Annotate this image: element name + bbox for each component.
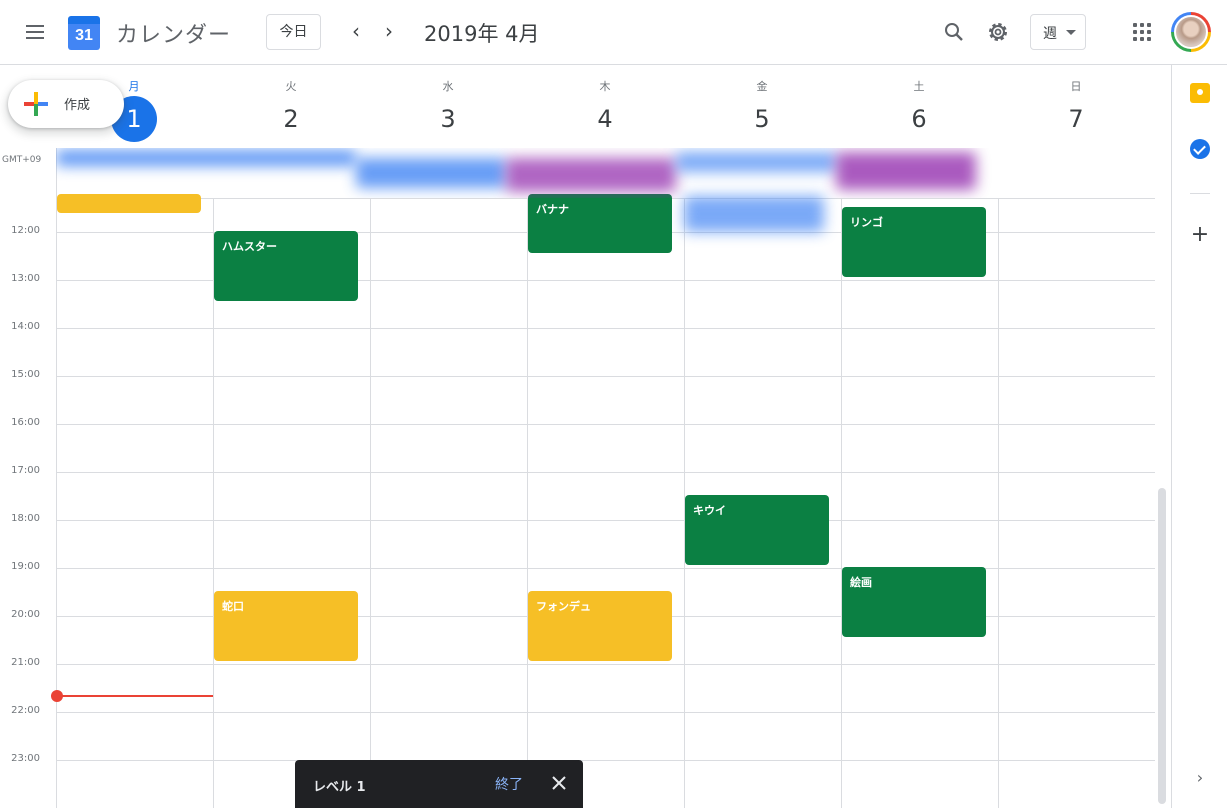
hour-gridline [56,712,1155,713]
close-icon[interactable] [549,773,569,793]
current-period-title: 2019年 4月 [424,22,540,46]
day-header-7[interactable]: 日7 [998,78,1154,142]
account-avatar[interactable] [1171,12,1211,52]
hour-label: 23:00 [11,753,40,764]
create-button[interactable]: 作成 [8,80,124,128]
main-menu-icon[interactable] [24,21,46,43]
calendar-event[interactable]: フォンデュ [528,591,672,661]
event-title: リンゴ [850,216,883,229]
timezone-label: GMT+09 [2,155,42,165]
today-button[interactable]: 今日 [266,14,321,50]
hour-label: 13:00 [11,273,40,284]
day-column-divider [527,199,528,808]
hour-label: 22:00 [11,705,40,716]
hour-gridline [56,472,1155,473]
hour-label: 14:00 [11,321,40,332]
expand-panel-chevron-icon[interactable]: › [1192,768,1208,788]
hour-gridline [56,520,1155,521]
day-column-divider [370,199,371,808]
hour-gridline [56,376,1155,377]
blurred-event [684,196,824,232]
day-header-2[interactable]: 火2 [213,78,369,142]
day-of-week-label: 木 [599,80,611,93]
hour-label: 15:00 [11,369,40,380]
event-title: 絵画 [850,576,872,589]
day-column-divider [841,199,842,808]
side-panel-divider [1190,193,1210,194]
calendar-logo-icon[interactable]: 31 [68,16,100,50]
current-time-dot [51,690,63,702]
current-time-line [56,695,213,697]
event-title: ハムスター [222,240,277,253]
hour-label: 12:00 [11,225,40,236]
snackbar-message: レベル 1 [313,780,366,795]
dropdown-caret-icon [1066,30,1076,35]
calendar-event[interactable]: キウイ [685,495,829,565]
settings-gear-icon[interactable] [984,18,1012,46]
app-name: カレンダー [116,23,232,48]
day-column-divider [998,199,999,808]
hour-label: 16:00 [11,417,40,428]
snackbar-end-button[interactable]: 終了 [495,774,523,794]
event-title: フォンデュ [536,600,591,613]
view-selector[interactable]: 週 [1030,14,1086,50]
hour-label: 21:00 [11,657,40,668]
keep-icon[interactable] [1190,83,1210,103]
all-day-events-blurred [56,148,1156,198]
day-of-week-label: 土 [913,80,925,93]
day-header-4[interactable]: 木4 [527,78,683,142]
day-of-week-label: 水 [442,80,454,93]
calendar-event[interactable]: 絵画 [842,567,986,637]
top-bar: 31 カレンダー 今日 ‹ › 2019年 4月 週 [0,0,1227,65]
hour-label: 20:00 [11,609,40,620]
google-apps-grid-icon[interactable] [1133,23,1151,41]
day-of-week-label: 火 [285,80,297,93]
create-button-label: 作成 [64,98,91,113]
calendar-event[interactable]: リンゴ [842,207,986,277]
calendar-event[interactable]: 蛇口 [214,591,358,661]
hour-gridline [56,760,1155,761]
day-number[interactable]: 7 [1053,96,1099,142]
hour-label: 18:00 [11,513,40,524]
event-title: 蛇口 [222,600,244,613]
day-header-3[interactable]: 水3 [370,78,526,142]
create-plus-icon [24,92,48,116]
snackbar: レベル 1 終了 [295,760,583,808]
hour-label: 19:00 [11,561,40,572]
tasks-icon[interactable] [1190,139,1210,159]
prev-week-chevron-icon[interactable]: ‹ [345,20,367,42]
hour-gridline [56,424,1155,425]
event-title: キウイ [693,504,726,517]
event-title: バナナ [536,203,569,216]
day-number[interactable]: 3 [425,96,471,142]
calendar-event[interactable]: バナナ [528,194,672,253]
hour-gridline [56,568,1155,569]
day-of-week-label: 日 [1070,80,1082,93]
side-panel: + › [1171,65,1227,808]
next-week-chevron-icon[interactable]: › [378,20,400,42]
hour-label: 17:00 [11,465,40,476]
hour-gridline [56,328,1155,329]
search-icon[interactable] [940,18,968,46]
view-selector-label: 週 [1043,26,1057,42]
calendar-event[interactable]: ハムスター [214,231,358,301]
day-header-6[interactable]: 土6 [841,78,997,142]
day-number[interactable]: 4 [582,96,628,142]
scrollbar-thumb[interactable] [1158,488,1166,804]
day-number[interactable]: 6 [896,96,942,142]
day-of-week-label: 金 [756,80,768,93]
hour-gridline [56,664,1155,665]
day-header-5[interactable]: 金5 [684,78,840,142]
day-number[interactable]: 2 [268,96,314,142]
day-number[interactable]: 5 [739,96,785,142]
add-addon-plus-icon[interactable]: + [1190,224,1210,246]
